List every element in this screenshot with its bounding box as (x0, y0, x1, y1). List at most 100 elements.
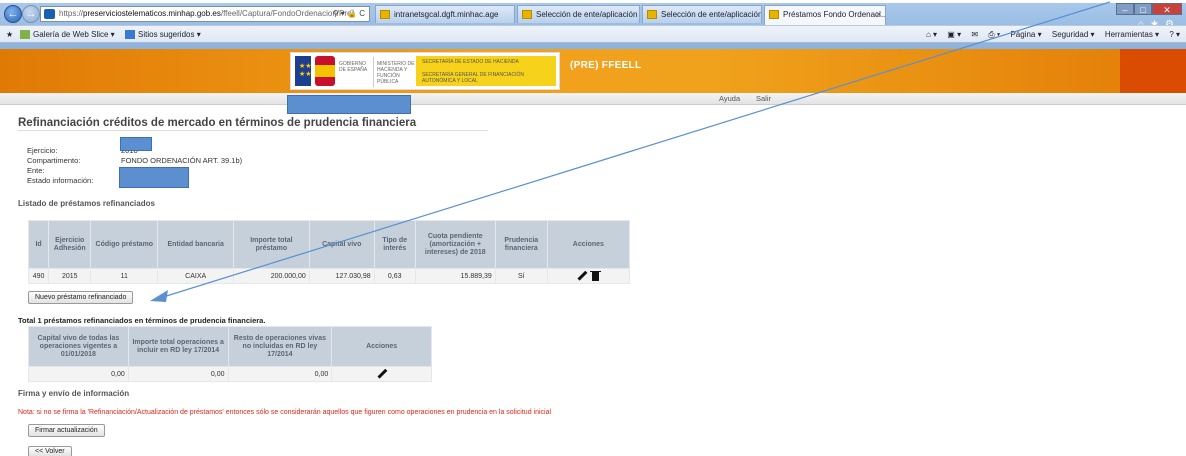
cell-id: 490 (27, 268, 50, 284)
new-loan-button[interactable]: Nuevo préstamo refinanciado (28, 291, 134, 304)
compartimento-value: FONDO ORDENACIÓN ART. 39.1b) (121, 156, 243, 165)
web-slice-gallery-link[interactable]: Galería de Web Slice ▾ (20, 26, 115, 43)
forward-arrow-icon[interactable]: → (22, 5, 40, 23)
cell-tipo: 0,63 (373, 268, 416, 284)
government-logo: ★★ ★★ Gobierno de España Ministerio de Ha… (290, 52, 560, 90)
cell-cuota: 15.889,39 (414, 268, 496, 284)
browser-chrome: ← → https://preserviciostelematicos.minh… (0, 3, 1186, 49)
feeds-icon[interactable]: ▣ ▾ (947, 30, 961, 39)
col-ejercicio: Ejercicio Adhesión (48, 220, 92, 269)
command-bar: ⌂ ▾ ▣ ▾ ✉ ⎙ ▾ Página ▾ Seguridad ▾ Herra… (918, 26, 1180, 43)
coat-of-arms-icon (315, 56, 335, 86)
col-id: Id (27, 220, 50, 269)
browser-top-bar: ← → https://preserviciostelematicos.minh… (0, 3, 1186, 30)
page-title: Refinanciación créditos de mercado en té… (18, 117, 488, 131)
logo-ministry-text: Ministerio de Hacienda y Función Pública (377, 61, 415, 85)
ente-label: Ente: (27, 166, 45, 175)
table-row: 0,00 0,00 0,00 (28, 366, 432, 382)
col-resto: Resto de operaciones vivas no incluidas … (227, 326, 333, 367)
close-tab-icon[interactable]: ✕ (875, 6, 882, 23)
minimize-icon[interactable]: – (1116, 3, 1134, 15)
address-bar[interactable]: https://preserviciostelematicos.minhap.g… (40, 6, 370, 22)
safety-menu[interactable]: Seguridad ▾ (1052, 30, 1095, 39)
url-prefix: https:// (59, 9, 84, 18)
note-text: Nota: si no se firma la 'Refinanciación/… (18, 409, 552, 416)
tab-seleccion-2[interactable]: Selección de ente/aplicación - ... (642, 5, 762, 23)
help-icon[interactable]: ? ▾ (1169, 30, 1180, 39)
search-refresh-icons[interactable]: ⚲ ▾ 🔒 C (333, 7, 365, 21)
col-codigo: Código préstamo (90, 220, 159, 269)
redaction-box (287, 95, 411, 114)
cell-codigo: 11 (90, 268, 159, 284)
tab-intranet[interactable]: intranetsgcal.dgft.minhac.age (375, 5, 515, 23)
suggested-sites-link[interactable]: Sitios sugeridos ▾ (125, 26, 201, 43)
maximize-icon[interactable]: □ (1134, 3, 1152, 15)
col-prudencia: Prudencia financiera (494, 220, 548, 269)
cell-resto: 0,00 (227, 366, 333, 382)
suggested-sites-icon (125, 30, 135, 40)
col-importe: Importe total préstamo (233, 220, 310, 269)
eu-flag-icon: ★★ ★★ (295, 56, 312, 86)
logo-secretaria-text: Secretaría de Estado de Hacienda (422, 59, 519, 65)
summary-table-header: Capital vivo de todas las operaciones vi… (28, 326, 432, 367)
help-link[interactable]: Ayuda (719, 94, 740, 103)
cell-prudencia: Sí (494, 268, 548, 284)
edit-pencil-icon[interactable] (577, 271, 587, 281)
close-icon[interactable]: ✕ (1152, 3, 1182, 15)
print-icon[interactable]: ⎙ ▾ (988, 30, 1000, 39)
list-section-title: Listado de préstamos refinanciados (18, 199, 155, 208)
banner-right-block (1120, 49, 1186, 93)
loans-table-header: Id Ejercicio Adhesión Código préstamo En… (27, 220, 631, 269)
col-importe-rd: Importe total operaciones a incluir en R… (127, 326, 229, 367)
sign-update-button[interactable]: Firmar actualización (28, 424, 105, 437)
cell-ejercicio: 2015 (48, 268, 92, 284)
edit-pencil-icon[interactable] (377, 369, 387, 379)
redaction-box (119, 167, 189, 188)
page-menu[interactable]: Página ▾ (1010, 30, 1041, 39)
logo-yellow-panel: Secretaría de Estado de Hacienda Secreta… (416, 56, 556, 86)
cell-capital-vivo: 0,00 (28, 366, 129, 382)
estado-label: Estado información: (27, 176, 94, 185)
cell-summary-acciones (331, 366, 432, 382)
delete-trash-icon[interactable] (590, 270, 602, 281)
ejercicio-label: Ejercicio: (27, 146, 58, 155)
loans-table: Id Ejercicio Adhesión Código préstamo En… (27, 220, 631, 284)
cell-capital: 127.030,98 (308, 268, 375, 284)
logo-secretaria-2-text: Secretaría General de Financiación Auton… (422, 72, 524, 84)
col-tipo: Tipo de interés (373, 220, 416, 269)
logo-divider (373, 57, 374, 87)
back-button[interactable]: << Volver (28, 446, 72, 456)
col-acciones: Acciones (546, 220, 631, 269)
tab-favicon-icon (769, 10, 779, 19)
site-title: (PRE) FFEELL (570, 60, 642, 71)
favorites-bar: ★ Galería de Web Slice ▾ Sitios sugerido… (0, 25, 1186, 43)
tab-prestamos[interactable]: Préstamos Fondo Ordenaci... ✕ (764, 5, 886, 25)
cell-importe-rd: 0,00 (127, 366, 229, 382)
window-controls: – □ ✕ (1116, 3, 1182, 17)
cell-entidad: CAIXA (157, 268, 235, 284)
back-arrow-icon[interactable]: ← (4, 5, 22, 23)
sign-section-title: Firma y envío de información (18, 389, 130, 398)
favorites-star-icon[interactable]: ★ (6, 26, 13, 43)
table-row: 490 2015 11 CAIXA 200.000,00 127.030,98 … (27, 268, 631, 284)
tab-favicon-icon (380, 10, 390, 19)
col-summary-acciones: Acciones (331, 326, 432, 367)
redaction-box (120, 137, 152, 151)
home-icon[interactable]: ⌂ ▾ (926, 30, 937, 39)
compartimento-label: Compartimento: (27, 156, 81, 165)
url-host: preserviciostelematicos.minhap.gob.es (83, 9, 221, 18)
menu-bar: Ayuda Salir (0, 93, 1186, 105)
tab-seleccion-1[interactable]: Selección de ente/aplicación - ... (517, 5, 640, 23)
tools-menu[interactable]: Herramientas ▾ (1105, 30, 1159, 39)
exit-link[interactable]: Salir (756, 94, 771, 103)
logo-gov-text: Gobierno de España (339, 61, 368, 73)
col-capital-vivo: Capital vivo de todas las operaciones vi… (28, 326, 129, 367)
annotation-arrow-head (150, 290, 168, 302)
col-entidad: Entidad bancaria (157, 220, 235, 269)
site-banner: ★★ ★★ Gobierno de España Ministerio de Ha… (0, 49, 1186, 93)
cell-acciones (546, 268, 631, 284)
col-cuota: Cuota pendiente (amortización + interese… (414, 220, 496, 269)
mail-icon[interactable]: ✉ (971, 30, 978, 39)
col-capital: Capital vivo (308, 220, 375, 269)
site-icon (44, 9, 55, 19)
